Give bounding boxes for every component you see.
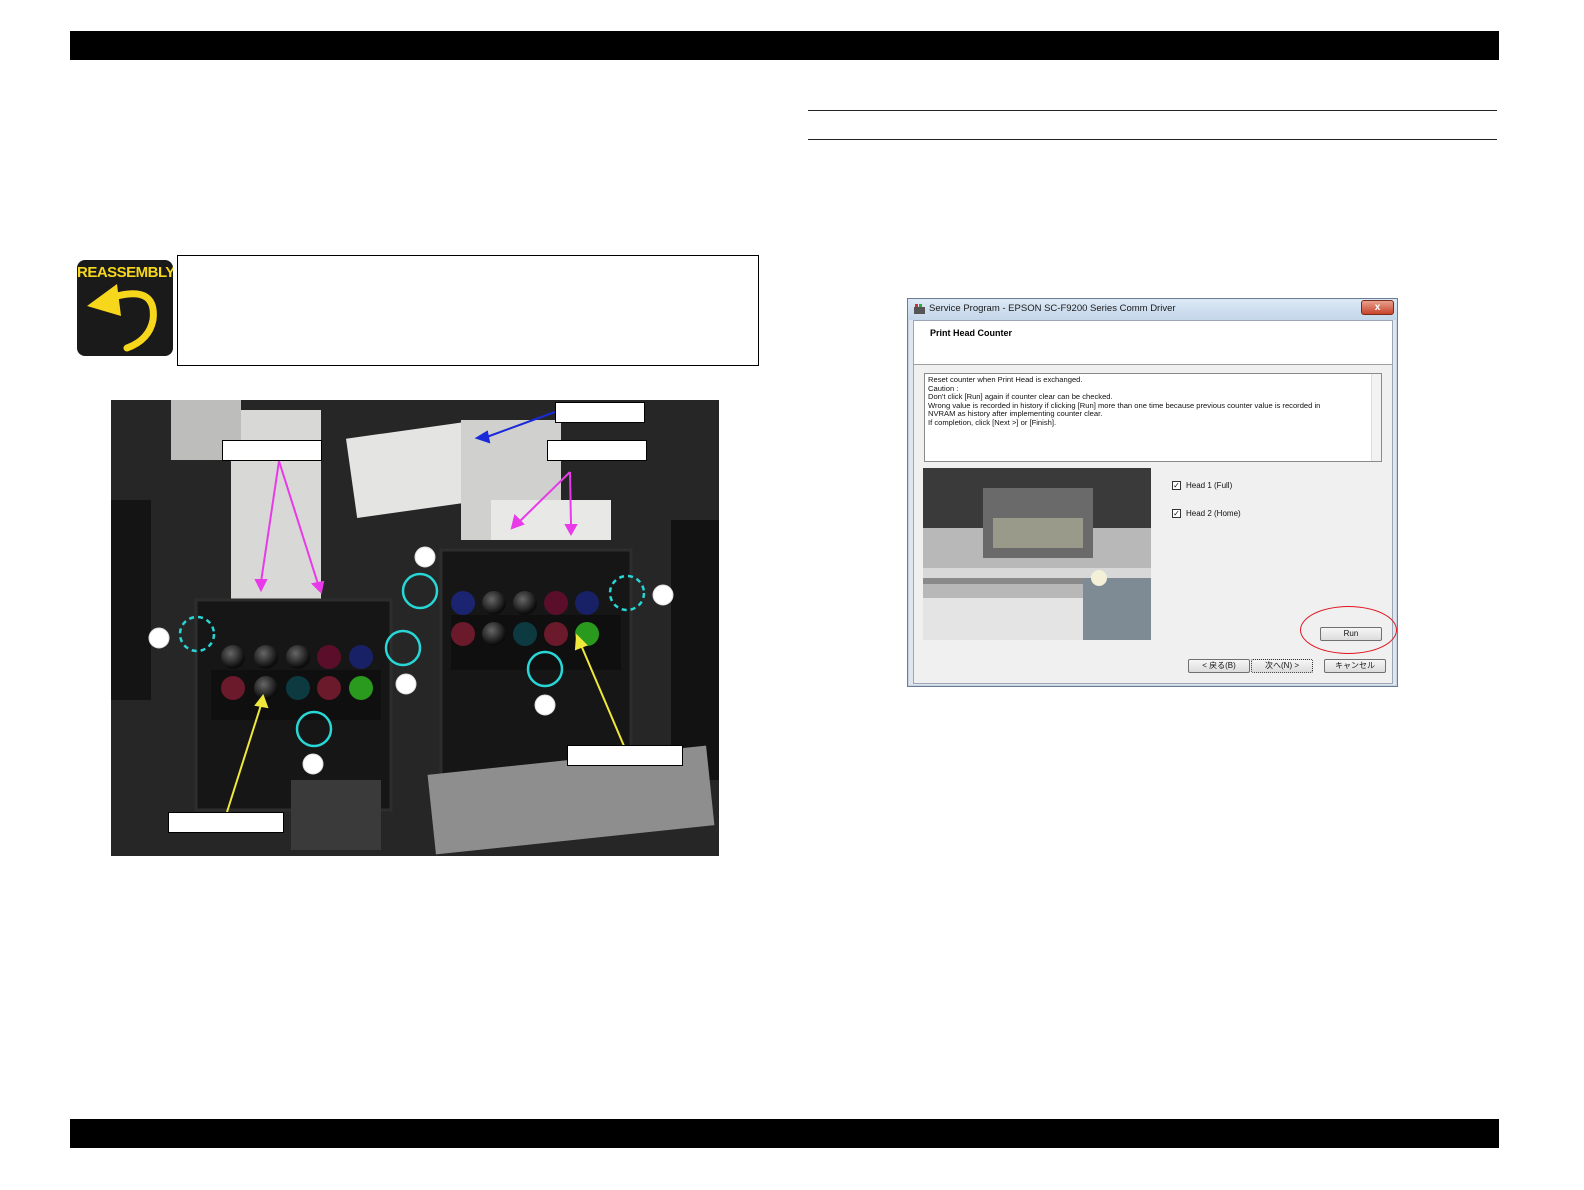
- dialog-title: Service Program - EPSON SC-F9200 Series …: [929, 303, 1176, 314]
- head2-checkbox-box: ✓: [1172, 509, 1181, 518]
- head1-checkbox[interactable]: ✓ Head 1 (Full): [1172, 481, 1232, 490]
- page-footer-bar: [70, 1119, 1499, 1148]
- dialog-header: Print Head Counter: [914, 321, 1392, 365]
- print-head-photo: [111, 400, 719, 856]
- callout-label-box-1: [222, 440, 322, 461]
- callout-label-box-5: [168, 812, 284, 833]
- close-button[interactable]: x: [1361, 300, 1394, 315]
- cancel-button[interactable]: キャンセル: [1324, 659, 1386, 673]
- run-button-highlight-ring: [1300, 606, 1397, 654]
- dialog-heading: Print Head Counter: [930, 328, 1013, 338]
- head2-checkbox[interactable]: ✓ Head 2 (Home): [1172, 509, 1241, 518]
- textarea-scrollbar[interactable]: [1371, 374, 1381, 461]
- reassembly-note-box: [177, 255, 759, 366]
- callout-label-box-2: [555, 402, 645, 423]
- dialog-titlebar: Service Program - EPSON SC-F9200 Series …: [908, 299, 1397, 320]
- head2-checkbox-label: Head 2 (Home): [1186, 509, 1241, 518]
- section-rule-top: [808, 110, 1497, 111]
- section-rule-bottom: [808, 139, 1497, 140]
- back-button[interactable]: < 戻る(B): [1188, 659, 1250, 673]
- instructions-textarea[interactable]: Reset counter when Print Head is exchang…: [924, 373, 1382, 462]
- next-button[interactable]: 次へ(N) >: [1251, 659, 1313, 673]
- return-arrow-icon: [87, 284, 157, 352]
- reassembly-icon: REASSEMBLY: [77, 260, 173, 356]
- instruction-line: Reset counter when Print Head is exchang…: [928, 375, 1083, 384]
- callout-label-box-4: [567, 745, 683, 766]
- head1-checkbox-box: ✓: [1172, 481, 1181, 490]
- page-header-bar: [70, 31, 1499, 60]
- app-icon: [914, 304, 925, 314]
- print-head-thumbnail: [923, 468, 1151, 640]
- head1-checkbox-label: Head 1 (Full): [1186, 481, 1233, 490]
- print-head-photo-drawing: [111, 400, 719, 856]
- callout-label-box-3: [547, 440, 647, 461]
- instruction-line: If completion, click [Next >] or [Finish…: [928, 417, 1057, 427]
